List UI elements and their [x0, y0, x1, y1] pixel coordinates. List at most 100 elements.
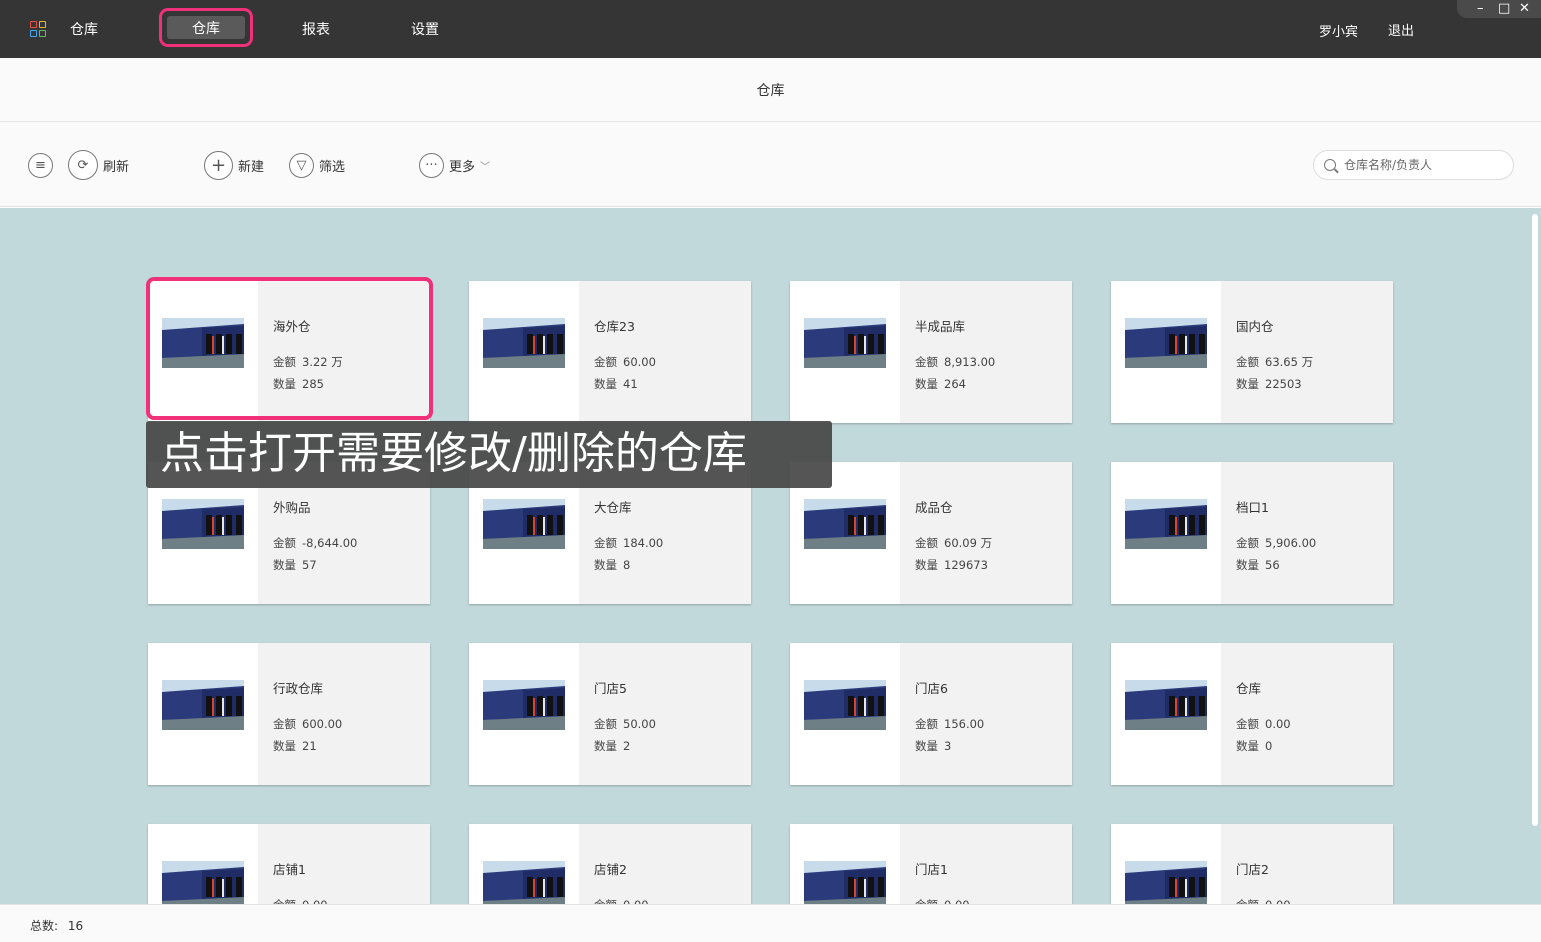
close-icon[interactable]: ✕ [1519, 1, 1530, 17]
warehouse-card[interactable]: 门店5 金额 50.00 数量 2 [469, 643, 751, 785]
warehouse-card[interactable]: 仓库 金额 0.00 数量 0 [1111, 643, 1393, 785]
warehouse-quantity: 数量 2 [594, 738, 630, 754]
warehouse-name: 仓库23 [594, 319, 635, 334]
warehouse-card[interactable]: 成品仓 金额 60.09 万数量 129673 [790, 462, 1072, 604]
quantity-label: 数量 [594, 739, 617, 753]
card-image-area [1111, 462, 1221, 604]
warehouse-thumbnail [1125, 680, 1207, 730]
scrollbar[interactable] [1532, 214, 1538, 826]
warehouse-quantity: 数量 57 [273, 557, 317, 573]
warehouse-thumbnail [1125, 318, 1207, 368]
warehouse-card[interactable]: 仓库23 金额 60.00 数量 41 [469, 281, 751, 423]
amount-label: 金额 [915, 355, 938, 369]
search-box[interactable] [1313, 150, 1514, 180]
quantity-label: 数量 [915, 558, 938, 572]
quantity-value: 3 [944, 739, 952, 753]
warehouse-name: 门店2 [1236, 862, 1269, 877]
warehouse-card[interactable]: 半成品库金额 8,913.00 数量 264 [790, 281, 1072, 423]
warehouse-amount: 金额 -8,644.00 [273, 535, 357, 551]
plus-icon: + [204, 150, 233, 180]
warehouse-name: 店铺1 [273, 862, 306, 877]
list-icon: ≡ [28, 152, 53, 178]
quantity-label: 数量 [273, 558, 296, 572]
footer: 总数: 16 [0, 904, 1541, 942]
maximize-icon[interactable]: □ [1498, 1, 1510, 17]
warehouse-thumbnail [804, 318, 886, 368]
more-button[interactable]: ··· 更多 ﹀ [419, 151, 490, 179]
quantity-label: 数量 [915, 739, 938, 753]
quantity-value: 0 [1265, 739, 1273, 753]
warehouse-thumbnail [162, 499, 244, 549]
warehouse-name: 半成品库 [915, 319, 966, 334]
warehouse-amount: 金额0.00 [1236, 897, 1291, 904]
warehouse-amount: 金额0.00 [594, 897, 649, 904]
warehouse-name: 门店5 [594, 681, 627, 696]
amount-value: 8,913.00 [944, 355, 996, 369]
warehouse-quantity: 数量 3 [915, 738, 951, 754]
quantity-label: 数量 [915, 377, 938, 391]
nav-tab-settings[interactable]: 设置 [411, 19, 439, 39]
nav-active-highlight: 仓库 [159, 8, 253, 47]
warehouse-card[interactable]: 门店1金额0.00数量 [790, 824, 1072, 904]
total-value: 16 [67, 919, 84, 933]
quantity-value: 264 [944, 377, 966, 391]
warehouse-name: 仓库 [1236, 681, 1262, 696]
warehouse-thumbnail [1125, 499, 1207, 549]
card-image-area [469, 824, 579, 904]
warehouse-name: 大仓库 [594, 500, 632, 515]
warehouse-thumbnail [1125, 861, 1207, 904]
refresh-button[interactable]: ⟳ 刷新 [68, 150, 129, 180]
card-image-area [148, 643, 258, 785]
warehouse-quantity: 数量 264 [915, 376, 966, 392]
logout-button[interactable]: 退出 [1388, 20, 1414, 39]
toolbar: ≡ ⟳ 刷新 + 新建 ▽ 筛选 ··· 更多 ﹀ [0, 122, 1541, 207]
minimize-icon[interactable]: – [1477, 1, 1484, 17]
filter-button[interactable]: ▽ 筛选 [289, 151, 345, 179]
quantity-value: 8 [623, 558, 631, 572]
amount-label: 金额 [915, 717, 938, 731]
warehouse-amount: 金额0.00 [915, 897, 970, 904]
warehouse-card[interactable]: 门店6 金额 156.00 数量 3 [790, 643, 1072, 785]
top-bar: 仓库 仓库 报表 设置 罗小宾 退出 – □ ✕ [0, 0, 1541, 58]
warehouse-name: 国内仓 [1236, 319, 1274, 334]
card-image-area [790, 643, 900, 785]
card-image-area [148, 824, 258, 904]
warehouse-amount: 金额 600.00 [273, 716, 342, 732]
new-label: 新建 [238, 159, 265, 175]
funnel-icon: ▽ [289, 152, 314, 178]
amount-value: 0.00 [1265, 717, 1291, 731]
amount-value: 63.65 万 [1265, 355, 1314, 369]
warehouse-quantity: 数量 129673 [915, 557, 988, 573]
quantity-value: 41 [623, 377, 638, 391]
warehouse-quantity: 数量 8 [594, 557, 630, 573]
app-grid-icon[interactable] [30, 21, 47, 38]
warehouse-card[interactable]: 门店2金额0.00数量 [1111, 824, 1393, 904]
new-button[interactable]: + 新建 [204, 150, 265, 180]
warehouse-quantity: 数量 22503 [1236, 376, 1302, 392]
search-input[interactable] [1344, 156, 1504, 174]
warehouse-card[interactable]: 档口1 金额 5,906.00 数量 56 [1111, 462, 1393, 604]
amount-value: 60.09 万 [944, 536, 993, 550]
warehouse-name: 外购品 [273, 500, 311, 515]
warehouse-card[interactable]: 国内仓 金额 63.65 万数量 22503 [1111, 281, 1393, 423]
menu-button[interactable]: ≡ [28, 151, 53, 179]
ellipsis-icon: ··· [419, 152, 444, 178]
warehouse-thumbnail [804, 499, 886, 549]
amount-value: 5,906.00 [1265, 536, 1317, 550]
user-name[interactable]: 罗小宾 [1319, 21, 1358, 40]
total-label: 总数: [30, 919, 59, 933]
nav-tab-report[interactable]: 报表 [302, 19, 330, 39]
nav-tab-warehouse-label[interactable]: 仓库 [162, 18, 250, 38]
amount-label: 金额 [1236, 536, 1259, 550]
quantity-value: 2 [623, 739, 631, 753]
warehouse-thumbnail [483, 861, 565, 904]
quantity-label: 数量 [273, 739, 296, 753]
warehouse-amount: 金额0.00 [273, 897, 328, 904]
warehouse-thumbnail [162, 861, 244, 904]
warehouse-thumbnail [162, 680, 244, 730]
warehouse-quantity: 数量 21 [273, 738, 317, 754]
warehouse-thumbnail [483, 499, 565, 549]
warehouse-card[interactable]: 店铺2金额0.00数量 [469, 824, 751, 904]
warehouse-card[interactable]: 店铺1金额0.00数量 [148, 824, 430, 904]
warehouse-card[interactable]: 行政仓库 金额 600.00 数量 21 [148, 643, 430, 785]
